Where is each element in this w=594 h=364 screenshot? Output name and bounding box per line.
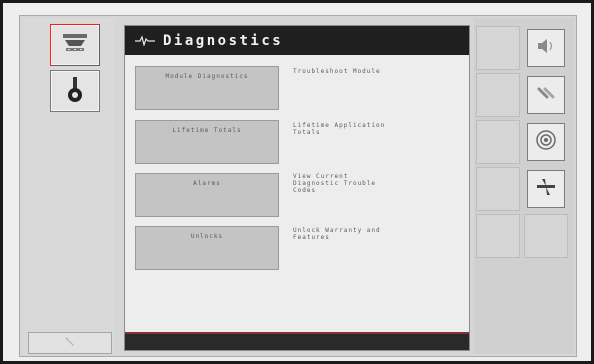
speaker-icon xyxy=(535,36,557,60)
link-icon xyxy=(535,83,557,107)
gauge-icon xyxy=(63,75,87,107)
display-screen: Diagnostics Module Diagnostics Troublesh… xyxy=(19,15,577,357)
unlocks-button[interactable]: Unlocks xyxy=(135,226,279,270)
unlocks-label: Unlocks xyxy=(190,233,224,240)
gauge-button[interactable] xyxy=(50,70,100,112)
fan-button[interactable] xyxy=(527,170,565,208)
module-diagnostics-label: Module Diagnostics xyxy=(165,73,249,80)
heartbeat-icon xyxy=(135,31,155,50)
sensor-button[interactable] xyxy=(527,123,565,161)
diagnostics-window: Diagnostics Module Diagnostics Troublesh… xyxy=(124,25,470,351)
softkey-slot[interactable] xyxy=(476,73,520,117)
softkey-slot[interactable] xyxy=(476,26,520,70)
alarms-label: Alarms xyxy=(193,180,221,187)
service-button[interactable] xyxy=(28,332,112,354)
softkey-slot[interactable] xyxy=(476,214,520,258)
implement-icon xyxy=(60,31,90,59)
softkey-slot[interactable] xyxy=(476,120,520,164)
status-bar xyxy=(125,332,469,350)
module-diagnostics-button[interactable]: Module Diagnostics xyxy=(135,66,279,110)
device-frame: Diagnostics Module Diagnostics Troublesh… xyxy=(0,0,594,364)
lifetime-totals-description: Lifetime Application Totals xyxy=(293,122,386,136)
softkey-area xyxy=(474,18,574,354)
speaker-button[interactable] xyxy=(527,29,565,67)
softkey-slot[interactable] xyxy=(524,214,568,258)
link-button[interactable] xyxy=(527,76,565,114)
implement-button[interactable] xyxy=(50,24,100,66)
page-title: Diagnostics xyxy=(163,32,284,49)
alarms-description: View Current Diagnostic Trouble Codes xyxy=(293,173,377,194)
unlocks-description: Unlock Warranty and Features xyxy=(293,227,381,241)
wrench-icon xyxy=(63,334,77,353)
title-bar: Diagnostics xyxy=(125,26,469,55)
softkey-slot[interactable] xyxy=(476,167,520,211)
lifetime-totals-button[interactable]: Lifetime Totals xyxy=(135,120,279,164)
lifetime-totals-label: Lifetime Totals xyxy=(172,127,242,134)
sensor-icon xyxy=(535,129,557,155)
alarms-button[interactable]: Alarms xyxy=(135,173,279,217)
fan-icon xyxy=(534,176,558,202)
left-column xyxy=(22,18,115,354)
module-diagnostics-description: Troubleshoot Module xyxy=(293,68,381,75)
